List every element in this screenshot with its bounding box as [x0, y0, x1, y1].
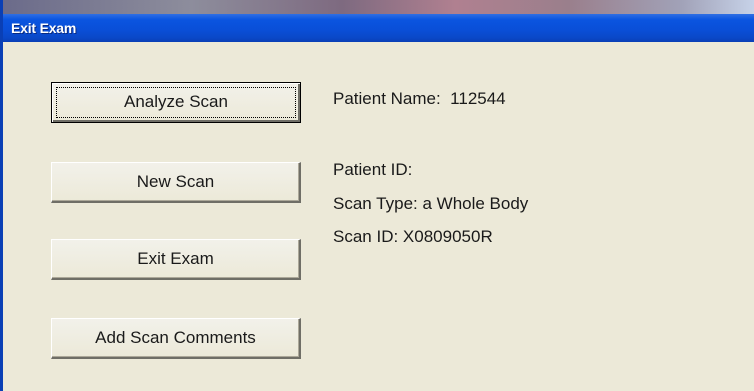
analyze-scan-button[interactable]: Analyze Scan [51, 82, 301, 123]
new-scan-button[interactable]: New Scan [51, 162, 301, 203]
exit-exam-window: Exit Exam Analyze Scan New Scan Exit Exa… [0, 0, 754, 391]
exit-exam-button[interactable]: Exit Exam [51, 239, 301, 280]
scan-type-label: Scan Type: a Whole Body [333, 194, 529, 213]
patient-name-label: Patient Name: 112544 [333, 89, 506, 108]
scan-id-label: Scan ID: X0809050R [333, 227, 493, 246]
patient-id-label: Patient ID: [333, 160, 413, 179]
add-scan-comments-button[interactable]: Add Scan Comments [51, 318, 301, 359]
window-title: Exit Exam [11, 20, 77, 36]
title-bar[interactable]: Exit Exam [3, 14, 754, 42]
